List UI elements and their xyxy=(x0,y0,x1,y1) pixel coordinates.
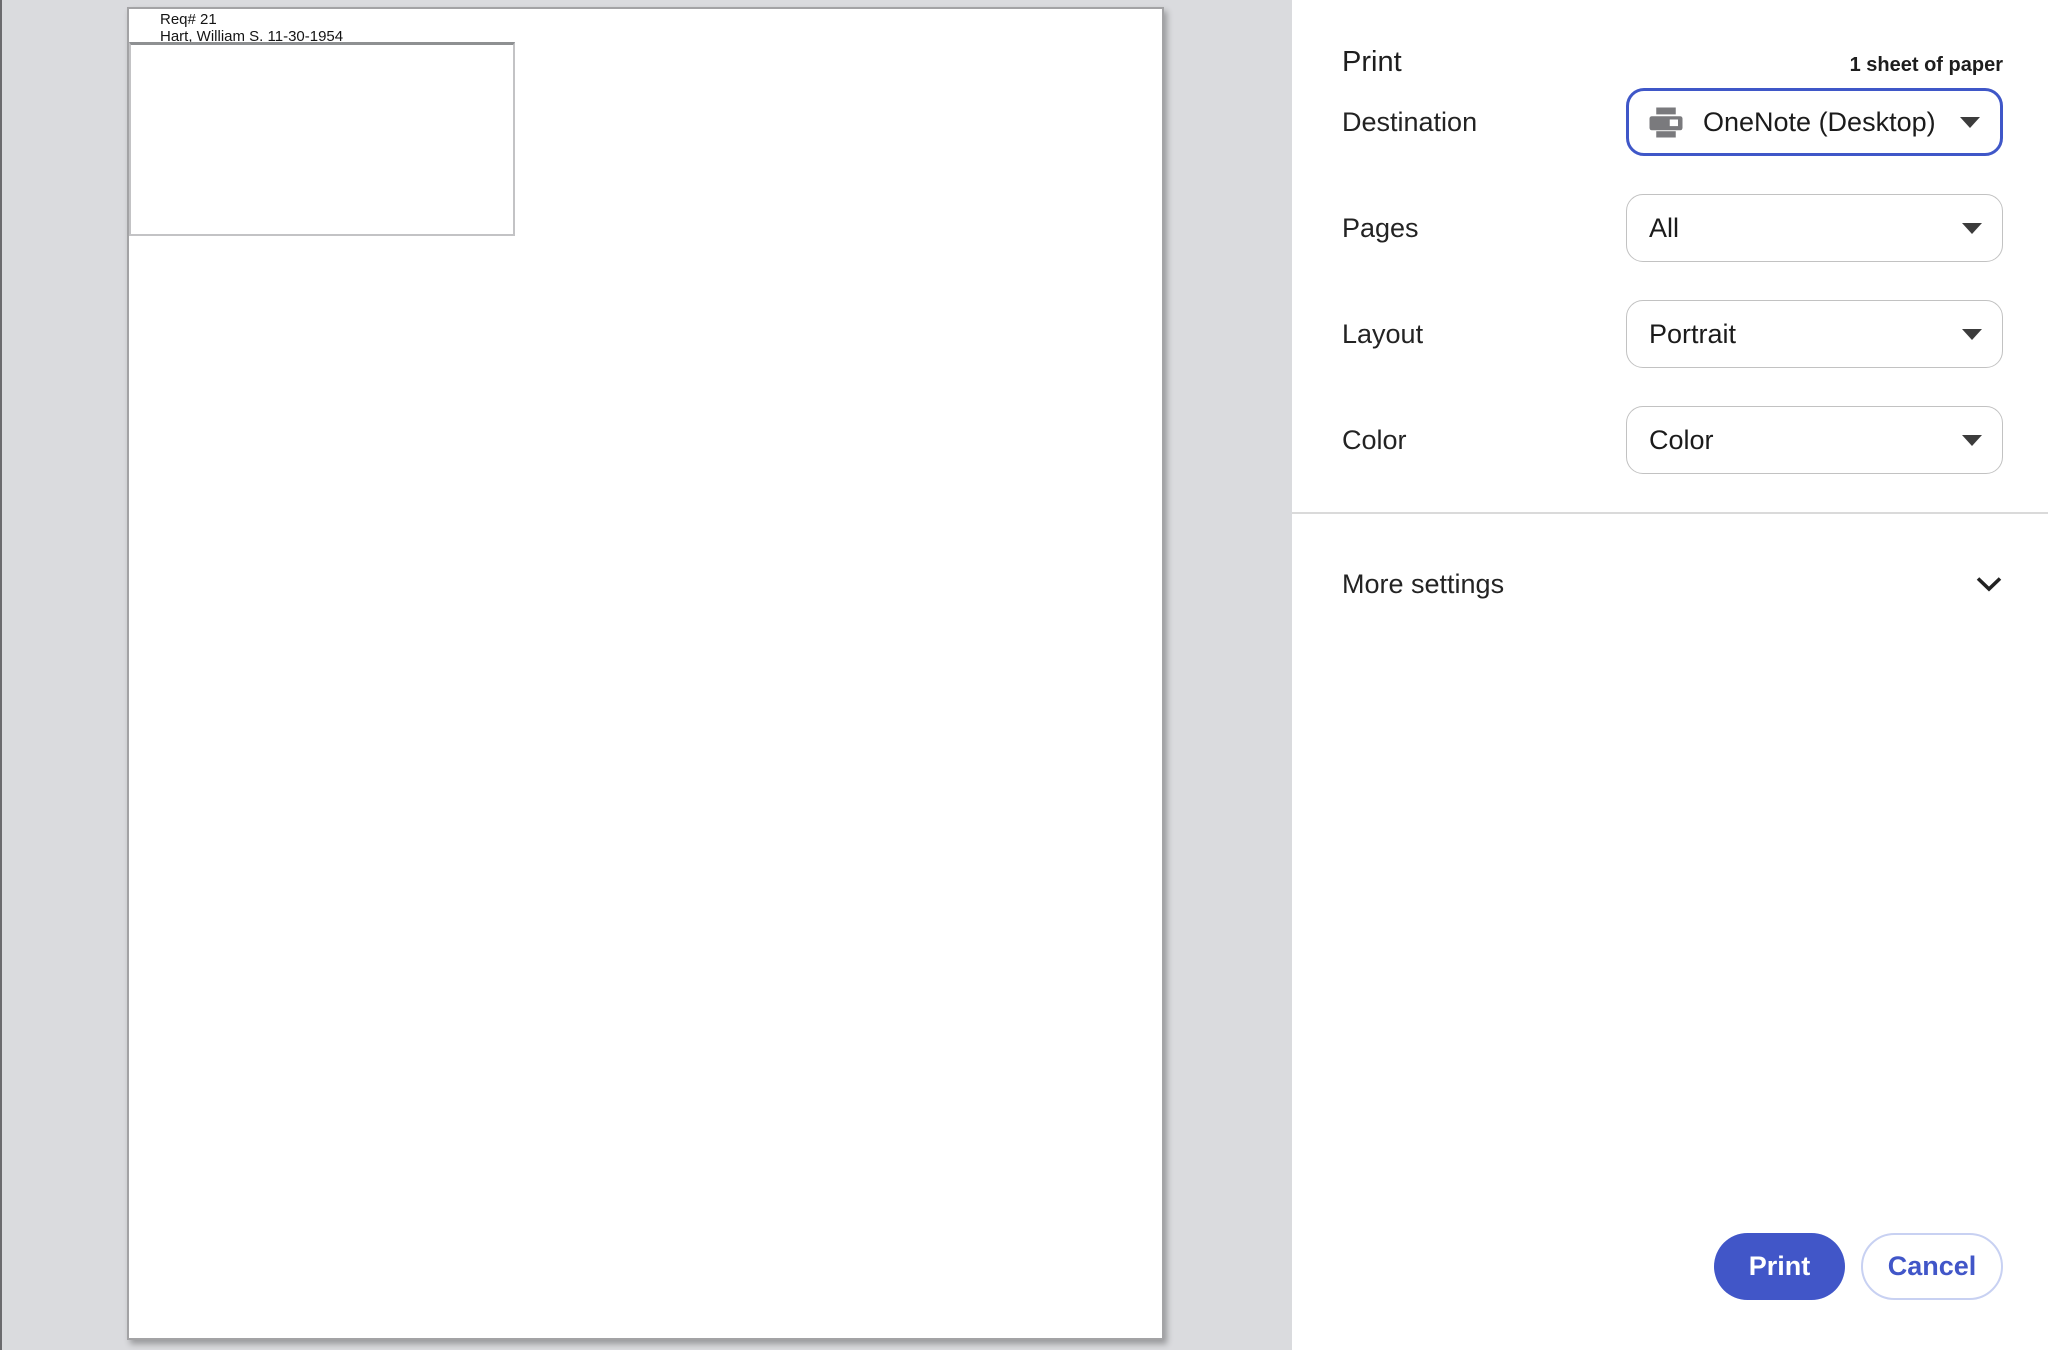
destination-value: OneNote (Desktop) xyxy=(1703,107,1936,138)
pages-row: Pages All xyxy=(1342,194,2003,262)
chevron-down-icon xyxy=(1960,117,1980,128)
printer-icon xyxy=(1648,107,1684,138)
preview-page: Req# 21 Hart, William S. 11-30-1954 xyxy=(127,7,1164,1340)
layout-row: Layout Portrait xyxy=(1342,300,2003,368)
print-preview-area: Req# 21 Hart, William S. 11-30-1954 xyxy=(0,0,1292,1350)
destination-label: Destination xyxy=(1342,107,1477,138)
document-header: Req# 21 Hart, William S. 11-30-1954 xyxy=(160,11,343,45)
color-select[interactable]: Color xyxy=(1626,406,2003,474)
panel-header: Print 1 sheet of paper xyxy=(1342,46,2003,88)
document-header-line1: Req# 21 xyxy=(160,11,343,28)
color-value: Color xyxy=(1649,425,1714,456)
chevron-down-icon xyxy=(1962,329,1982,340)
layout-value: Portrait xyxy=(1649,319,1736,350)
destination-row: Destination OneNote (Desktop) xyxy=(1342,88,2003,156)
layout-label: Layout xyxy=(1342,319,1423,350)
chevron-down-icon xyxy=(1962,435,1982,446)
color-row: Color Color xyxy=(1342,406,2003,474)
page-title: Print xyxy=(1342,46,1402,79)
color-label: Color xyxy=(1342,425,1407,456)
layout-select[interactable]: Portrait xyxy=(1626,300,2003,368)
destination-select[interactable]: OneNote (Desktop) xyxy=(1626,88,2003,156)
more-settings-label: More settings xyxy=(1342,569,1504,600)
cancel-button[interactable]: Cancel xyxy=(1861,1233,2003,1300)
pages-value: All xyxy=(1649,213,1679,244)
document-empty-box xyxy=(129,42,515,236)
settings-divider xyxy=(1292,512,2048,514)
print-button[interactable]: Print xyxy=(1714,1233,1845,1300)
sheet-count-label: 1 sheet of paper xyxy=(1850,54,2003,77)
dialog-actions: Print Cancel xyxy=(1714,1233,2003,1300)
pages-select[interactable]: All xyxy=(1626,194,2003,262)
window-left-edge xyxy=(0,0,2,1350)
more-settings-toggle[interactable]: More settings xyxy=(1342,562,2003,606)
chevron-down-icon xyxy=(1962,223,1982,234)
chevron-down-icon xyxy=(1975,576,2003,593)
print-settings-panel: Print 1 sheet of paper Destination OneNo… xyxy=(1292,0,2048,1350)
pages-label: Pages xyxy=(1342,213,1419,244)
